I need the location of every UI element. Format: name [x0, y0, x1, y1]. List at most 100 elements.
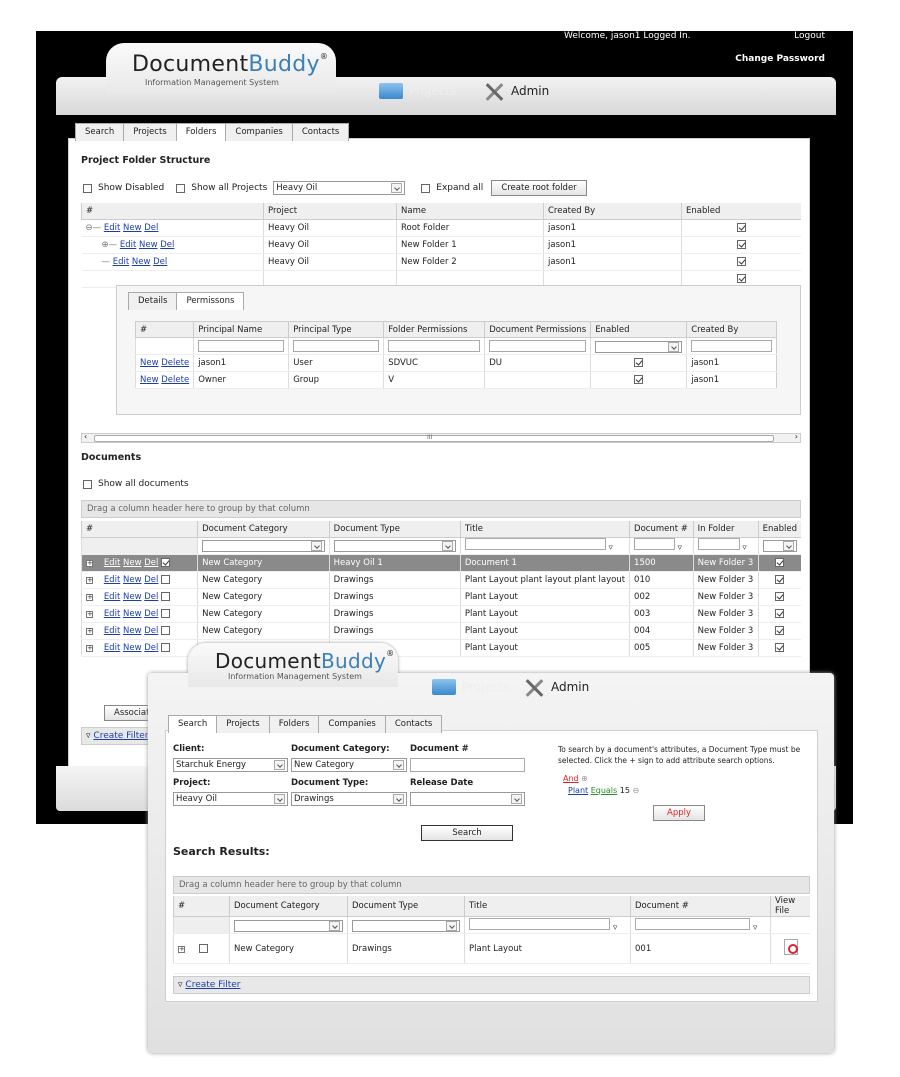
- new-link[interactable]: New: [123, 643, 142, 653]
- filter-select[interactable]: [762, 540, 797, 552]
- del-link[interactable]: Del: [153, 257, 167, 267]
- release-date-select[interactable]: [410, 792, 525, 806]
- tab-projects[interactable]: Projects: [123, 123, 177, 141]
- nav-projects[interactable]: Projects: [379, 83, 456, 99]
- table-row[interactable]: — Edit New Del Heavy Oil New Folder 2 ja…: [81, 253, 801, 271]
- filter-select[interactable]: [202, 540, 325, 552]
- col-document-type[interactable]: Document Type: [347, 896, 465, 917]
- edit-link[interactable]: Edit: [104, 643, 120, 653]
- edit-link[interactable]: Edit: [104, 223, 120, 233]
- filter-icon[interactable]: ▿: [613, 923, 617, 933]
- col-hash[interactable]: #: [173, 896, 230, 917]
- expand-icon[interactable]: +: [86, 576, 93, 584]
- filter-select[interactable]: [595, 340, 683, 353]
- attribute-name-link[interactable]: Plant: [568, 786, 588, 795]
- tab-contacts[interactable]: Contacts: [384, 715, 443, 733]
- delete-link[interactable]: Delete: [161, 358, 189, 368]
- project-select[interactable]: Heavy Oil: [173, 792, 288, 806]
- nav-admin[interactable]: Admin: [523, 677, 589, 697]
- tab-search[interactable]: Search: [75, 123, 125, 141]
- row-checkbox[interactable]: [161, 557, 171, 567]
- tab-folders[interactable]: Folders: [175, 123, 227, 141]
- col-document-permissions[interactable]: Document Permissions: [484, 321, 591, 338]
- row-checkbox[interactable]: [198, 943, 208, 953]
- table-row[interactable]: New Delete Owner Group V jason1: [134, 371, 777, 389]
- edit-link[interactable]: Edit: [104, 575, 120, 585]
- new-link[interactable]: New: [123, 575, 142, 585]
- expand-all-checkbox[interactable]: [421, 183, 431, 193]
- enabled-checkbox[interactable]: [634, 358, 644, 367]
- create-filter-link[interactable]: Create Filter: [185, 980, 240, 990]
- enabled-checkbox[interactable]: [775, 591, 785, 601]
- col-enabled[interactable]: Enabled: [681, 203, 801, 220]
- and-link[interactable]: And: [563, 774, 579, 783]
- col-view-file[interactable]: View File: [770, 896, 810, 917]
- new-link[interactable]: New: [123, 558, 142, 568]
- document-type-select[interactable]: Drawings: [291, 792, 407, 806]
- edit-link[interactable]: Edit: [104, 609, 120, 619]
- col-title[interactable]: Title: [464, 896, 631, 917]
- change-password-link[interactable]: Change Password: [735, 54, 825, 64]
- search-button[interactable]: Search: [421, 825, 513, 841]
- table-row[interactable]: + Edit New Del New Category Drawings Pla…: [80, 571, 801, 589]
- new-link[interactable]: New: [123, 609, 142, 619]
- filter-input[interactable]: [489, 340, 587, 352]
- del-link[interactable]: Del: [144, 558, 158, 568]
- tab-folders[interactable]: Folders: [268, 715, 320, 733]
- new-link[interactable]: New: [123, 223, 142, 233]
- create-root-folder-button[interactable]: Create root folder: [491, 180, 587, 196]
- tab-projects[interactable]: Projects: [216, 715, 270, 733]
- edit-link[interactable]: Edit: [104, 592, 120, 602]
- enabled-checkbox[interactable]: [775, 608, 785, 618]
- remove-condition-icon[interactable]: ⊖: [632, 786, 639, 795]
- col-in-folder[interactable]: In Folder: [692, 521, 759, 538]
- col-enabled[interactable]: Enabled: [757, 521, 801, 538]
- tab-companies[interactable]: Companies: [318, 715, 386, 733]
- project-select[interactable]: Heavy Oil: [273, 181, 406, 195]
- tab-contacts[interactable]: Contacts: [291, 123, 350, 141]
- add-condition-icon[interactable]: ⊕: [581, 774, 588, 783]
- filter-select[interactable]: [333, 540, 456, 552]
- col-document-type[interactable]: Document Type: [328, 521, 461, 538]
- pdf-file-icon[interactable]: [783, 939, 798, 955]
- new-link[interactable]: New: [140, 375, 159, 385]
- table-row[interactable]: ⊕— Edit New Del Heavy Oil New Folder 1 j…: [81, 236, 801, 254]
- filter-icon[interactable]: ▿: [742, 543, 746, 553]
- expand-icon[interactable]: +: [86, 610, 93, 618]
- enabled-checkbox[interactable]: [775, 557, 785, 567]
- del-link[interactable]: Del: [144, 609, 158, 619]
- col-hash[interactable]: #: [134, 321, 194, 338]
- filter-icon[interactable]: ▿: [609, 543, 613, 553]
- col-hash[interactable]: #: [81, 203, 264, 220]
- col-folder-permissions[interactable]: Folder Permissions: [383, 321, 485, 338]
- filter-input[interactable]: [469, 917, 611, 930]
- enabled-checkbox[interactable]: [775, 625, 785, 635]
- edit-link[interactable]: Edit: [104, 626, 120, 636]
- client-select[interactable]: Starchuk Energy: [173, 758, 288, 772]
- expand-icon[interactable]: +: [86, 644, 93, 652]
- del-link[interactable]: Del: [144, 223, 158, 233]
- nav-admin[interactable]: Admin: [483, 81, 549, 101]
- row-checkbox[interactable]: [161, 591, 171, 601]
- col-principal-name[interactable]: Principal Name: [193, 321, 289, 338]
- filter-select[interactable]: [352, 919, 460, 932]
- enabled-checkbox[interactable]: [737, 273, 746, 283]
- tab-permissions[interactable]: Permissons: [176, 292, 245, 310]
- create-filter-link[interactable]: Create Filter: [93, 731, 148, 741]
- logout-link[interactable]: Logout: [794, 31, 825, 41]
- col-document-category[interactable]: Document Category: [197, 521, 330, 538]
- col-document-number[interactable]: Document #: [629, 521, 694, 538]
- table-row[interactable]: New Delete jason1 User SDVUC DU jason1: [134, 354, 777, 372]
- new-link[interactable]: New: [139, 240, 158, 250]
- scroll-thumb[interactable]: [94, 435, 774, 442]
- show-all-documents-checkbox[interactable]: [83, 479, 92, 489]
- apply-button[interactable]: Apply: [653, 805, 705, 821]
- enabled-checkbox[interactable]: [737, 239, 746, 249]
- tab-details[interactable]: Details: [128, 292, 178, 310]
- col-hash[interactable]: #: [80, 521, 198, 538]
- edit-link[interactable]: Edit: [120, 240, 136, 250]
- col-document-category[interactable]: Document Category: [229, 896, 348, 917]
- expand-icon[interactable]: +: [86, 627, 93, 635]
- col-created-by[interactable]: Created By: [686, 321, 777, 338]
- table-row[interactable]: + Edit New Del New Category Drawings Pla…: [80, 622, 801, 640]
